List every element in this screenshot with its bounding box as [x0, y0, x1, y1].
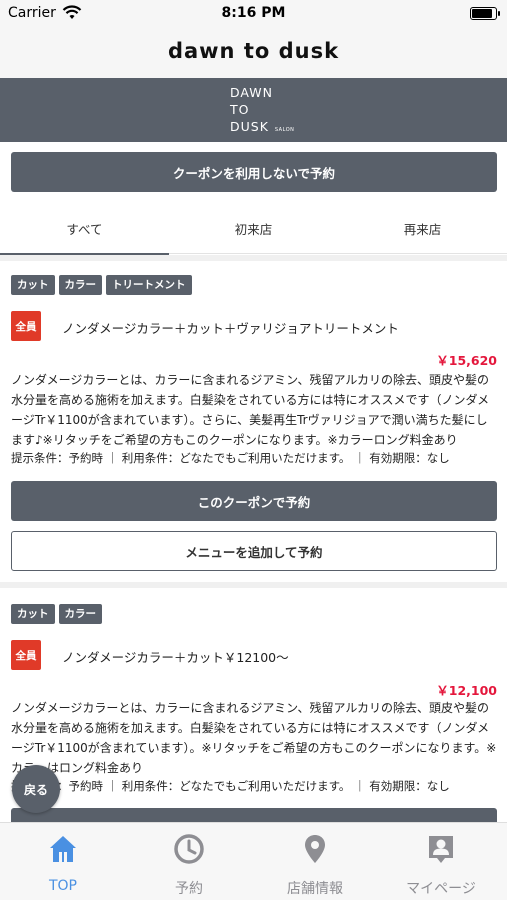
tabbar-item-store-info[interactable]: 店舗情報 — [252, 823, 378, 900]
tab-first-visit[interactable]: 初来店 — [169, 202, 338, 254]
clock-icon — [174, 834, 204, 864]
brand-banner: DAWN TO DUSK SALON — [0, 78, 507, 142]
tabbar-item-top[interactable]: TOP — [0, 823, 126, 900]
book-without-coupon-button[interactable]: クーポンを利用しないで予約 — [11, 152, 497, 192]
add-menu-and-book-button[interactable]: メニューを追加して予約 — [11, 531, 497, 571]
tag-treatment: トリートメント — [106, 275, 192, 295]
salon-logo: DAWN TO DUSK SALON — [230, 84, 294, 139]
coupon-description: ノンダメージカラーとは、カラーに含まれるジアミン、残留アルカリの除去、頭皮や髪の… — [11, 373, 490, 447]
coupon-conditions: 提示条件：予約時 ｜ 利用条件：どなたでもご利用いただけます。 ｜ 有効期限：な… — [11, 779, 450, 793]
coupon-description: ノンダメージカラーとは、カラーに含まれるジアミン、残留アルカリの除去、頭皮や髪の… — [11, 701, 497, 775]
coupon-price: ￥15,620 — [436, 353, 497, 368]
logo-line-2: TO — [230, 102, 250, 117]
navigation-bar: dawn to dusk — [0, 28, 507, 78]
status-bar: Carrier 8:16 PM — [0, 0, 507, 28]
back-button[interactable]: 戻る — [12, 765, 60, 813]
logo-line-3: DUSK — [230, 119, 269, 134]
home-icon — [50, 836, 76, 862]
tab-all[interactable]: すべて — [0, 202, 169, 255]
logo-sub: SALON — [274, 127, 295, 133]
coupon-filter-tabs: すべて 初来店 再来店 — [0, 202, 507, 255]
tag-color: カラー — [58, 275, 102, 295]
tabbar-item-booking[interactable]: 予約 — [126, 823, 252, 900]
coupon-tags: カット カラー トリートメント — [11, 275, 192, 295]
target-badge: 全員 — [11, 311, 41, 341]
book-with-coupon-button[interactable]: このクーポンで予約 — [11, 481, 497, 521]
tabbar-item-mypage[interactable]: マイページ — [378, 823, 504, 900]
map-pin-icon — [305, 835, 325, 863]
tag-cut: カット — [11, 604, 55, 624]
section-divider — [0, 582, 507, 588]
user-badge-icon — [429, 836, 453, 863]
section-divider — [0, 255, 507, 261]
clock-time: 8:16 PM — [221, 5, 286, 21]
battery-icon — [470, 7, 500, 20]
coupon-tags: カット カラー — [11, 604, 102, 624]
coupon-title: ノンダメージカラー＋カット￥12100〜 — [62, 650, 289, 665]
target-badge: 全員 — [11, 640, 41, 670]
tab-repeat-visit[interactable]: 再来店 — [338, 202, 507, 254]
tabbar-label-mypage: マイページ — [406, 881, 476, 897]
coupon-price: ￥12,100 — [436, 683, 497, 698]
tag-cut: カット — [11, 275, 55, 295]
logo-line-1: DAWN — [230, 85, 273, 100]
tabbar-label-top: TOP — [48, 878, 77, 894]
tag-color: カラー — [58, 604, 102, 624]
coupon-conditions: 提示条件：予約時 ｜ 利用条件：どなたでもご利用いただけます。 ｜ 有効期限：な… — [11, 451, 450, 465]
page-title: dawn to dusk — [167, 39, 340, 63]
tabbar-label-store-info: 店舗情報 — [287, 881, 343, 897]
coupon-title: ノンダメージカラー＋カット＋ヴァリジョアトリートメント — [62, 321, 399, 336]
bottom-tab-bar: TOP 予約 店舗情報 マイページ — [0, 822, 507, 900]
tabbar-label-booking: 予約 — [175, 881, 203, 897]
